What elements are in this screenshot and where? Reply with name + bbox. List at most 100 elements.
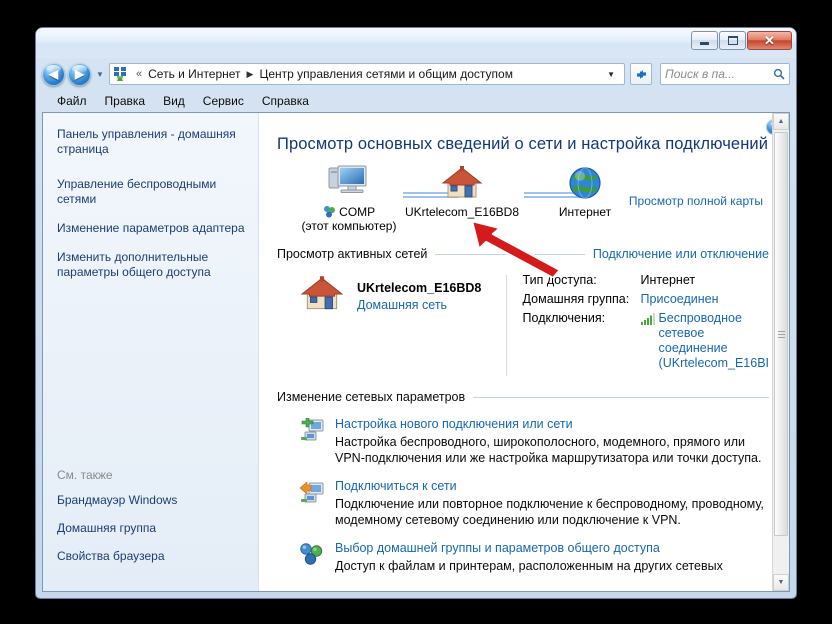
network-status-badge-icon <box>323 205 339 219</box>
homegroup-value-link[interactable]: Присоединен <box>641 292 719 306</box>
see-also-label: См. также <box>57 468 113 482</box>
view-full-map-link[interactable]: Просмотр полной карты <box>629 194 763 208</box>
menu-item-help[interactable]: Справка <box>253 92 318 110</box>
breadcrumb[interactable]: « Сеть и Интернет ▶ Центр управления сет… <box>109 63 625 85</box>
homegroup-icon <box>299 541 325 574</box>
access-type-label: Тип доступа: <box>522 273 597 287</box>
breadcrumb-overflow-button[interactable]: « <box>132 68 146 80</box>
active-network-name: UKrtelecom_E16BD8 <box>357 281 482 295</box>
active-network-home-icon <box>299 273 345 315</box>
breadcrumb-separator-icon: ▶ <box>246 68 254 79</box>
menu-item-edit[interactable]: Правка <box>96 92 155 110</box>
setting-item-new-connection-desc: Настройка беспроводного, широкополосного… <box>335 435 762 465</box>
see-also-item-homegroup[interactable]: Домашняя группа <box>57 521 247 536</box>
menu-item-file[interactable]: Файл <box>48 92 96 110</box>
connections-label: Подключения: <box>522 311 606 325</box>
scrollbar-thumb[interactable] <box>774 132 788 536</box>
menu-item-view[interactable]: Вид <box>154 92 194 110</box>
map-node-internet[interactable]: Интернет <box>525 163 645 219</box>
maximize-icon <box>727 36 738 45</box>
setting-item-new-connection-title[interactable]: Настройка нового подключения или сети <box>335 417 769 431</box>
section-divider <box>473 396 769 398</box>
change-settings-title: Изменение сетевых параметров <box>277 390 466 404</box>
close-icon: ✕ <box>764 33 775 48</box>
computer-icon <box>289 163 409 203</box>
globe-icon <box>525 163 645 203</box>
scrollbar-grip-icon <box>777 330 785 338</box>
refresh-button[interactable] <box>630 63 652 85</box>
setting-item-connect-network-title[interactable]: Подключиться к сети <box>335 479 769 493</box>
connect-network-icon <box>299 479 325 528</box>
connections-value-link[interactable]: Беспроводное сетевое соединение (UKrtele… <box>659 311 769 371</box>
setting-item-homegroup-sharing-desc: Доступ к файлам и принтерам, расположенн… <box>335 559 723 573</box>
see-also-section: См. также Брандмауэр Windows Домашняя гр… <box>57 468 247 577</box>
see-also-item-internet-options[interactable]: Свойства браузера <box>57 549 247 564</box>
setting-item-new-connection[interactable]: Настройка нового подключения или сети На… <box>277 417 769 466</box>
back-button[interactable]: ◀ <box>42 62 65 86</box>
map-node-network[interactable]: UKrtelecom_E16BD8 <box>402 163 522 219</box>
forward-button[interactable]: ▶ <box>68 62 91 86</box>
menu-item-tools[interactable]: Сервис <box>194 92 253 110</box>
section-divider <box>435 253 585 255</box>
close-button[interactable]: ✕ <box>747 31 792 50</box>
map-node-computer-sublabel: (этот компьютер) <box>301 219 397 233</box>
minimize-button[interactable] <box>691 31 718 50</box>
nav-item-control-panel-home[interactable]: Панель управления - домашняя страница <box>57 127 246 157</box>
network-map: COMP (этот компьютер) UKrtelecom_E16BD8 … <box>277 163 769 241</box>
refresh-icon <box>635 68 648 81</box>
setting-item-connect-network[interactable]: Подключиться к сети Подключение или повт… <box>277 479 769 528</box>
computer-name-text: COMP <box>339 205 376 219</box>
active-networks-header: Просмотр активных сетей Подключение или … <box>277 247 769 261</box>
search-input[interactable]: Поиск в па... <box>665 67 735 81</box>
history-dropdown-button[interactable]: ▼ <box>94 70 106 79</box>
breadcrumb-item-current[interactable]: Центр управления сетями и общим доступом <box>257 67 515 81</box>
address-bar: ◀ ▶ ▼ « Сеть и Интернет ▶ Центр управлен… <box>36 58 796 90</box>
breadcrumb-item-network[interactable]: Сеть и Интернет <box>146 67 242 81</box>
explorer-window: ✕ ◀ ▶ ▼ « Сеть и Интернет ▶ Центр управл… <box>36 28 796 598</box>
homegroup-label: Домашняя группа: <box>522 292 630 306</box>
nav-item-change-advanced-sharing[interactable]: Изменить дополнительные параметры общего… <box>57 250 246 280</box>
back-icon: ◀ <box>48 67 59 81</box>
change-settings-section: Изменение сетевых параметров Настройка н… <box>277 390 769 574</box>
access-type-value: Интернет <box>640 273 696 287</box>
client-area: Панель управления - домашняя страница Уп… <box>42 112 790 592</box>
title-bar: ✕ <box>36 28 796 58</box>
connect-or-disconnect-link[interactable]: Подключение или отключение <box>593 247 769 261</box>
active-network-type-link[interactable]: Домашняя сеть <box>357 298 481 312</box>
nav-item-change-adapter-settings[interactable]: Изменение параметров адаптера <box>57 221 246 236</box>
detail-row-homegroup: Домашняя группа: Присоединен <box>523 292 769 306</box>
see-also-item-firewall[interactable]: Брандмауэр Windows <box>57 493 247 508</box>
scroll-down-icon: ▼ <box>777 579 785 586</box>
map-node-computer-label: COMP <box>289 205 409 219</box>
menu-bar: Файл Правка Вид Сервис Справка <box>36 90 796 112</box>
detail-row-access-type: Тип доступа: Интернет <box>523 273 769 287</box>
wireless-signal-icon <box>640 313 655 325</box>
nav-item-manage-wireless[interactable]: Управление беспроводными сетями <box>57 177 246 207</box>
search-field[interactable]: Поиск в па... <box>660 63 790 85</box>
setting-item-connect-network-desc: Подключение или повторное подключение к … <box>335 497 764 527</box>
new-connection-icon <box>299 417 325 466</box>
change-settings-header: Изменение сетевых параметров <box>277 390 769 404</box>
setting-item-homegroup-sharing-title[interactable]: Выбор домашней группы и параметров общег… <box>335 541 769 555</box>
map-node-network-label: UKrtelecom_E16BD8 <box>404 205 520 219</box>
navigation-pane: Панель управления - домашняя страница Уп… <box>43 113 259 591</box>
minimize-icon <box>700 42 709 45</box>
search-icon <box>773 68 785 80</box>
home-network-icon <box>402 163 522 203</box>
network-folder-icon <box>113 66 129 82</box>
content-pane: ? Просмотр основных сведений о сети и на… <box>259 113 789 591</box>
map-node-computer[interactable]: COMP (этот компьютер) <box>289 163 409 233</box>
window-controls: ✕ <box>691 31 792 50</box>
maximize-button[interactable] <box>719 31 746 50</box>
forward-icon: ▶ <box>74 67 85 81</box>
scroll-up-button[interactable]: ▲ <box>773 113 789 130</box>
active-network-details: Тип доступа: Интернет Домашняя группа: П… <box>523 273 769 376</box>
vertical-scrollbar[interactable]: ▲ ▼ <box>772 113 789 591</box>
scroll-down-button[interactable]: ▼ <box>773 574 789 591</box>
detail-row-connections: Подключения: Беспроводное сетевое соедин… <box>523 311 769 371</box>
active-networks-body: UKrtelecom_E16BD8 Домашняя сеть Тип дост… <box>277 273 769 376</box>
active-networks-title: Просмотр активных сетей <box>277 247 428 261</box>
setting-item-homegroup-sharing[interactable]: Выбор домашней группы и параметров общег… <box>277 541 769 574</box>
breadcrumb-dropdown-icon[interactable]: ▼ <box>600 70 622 79</box>
page-title: Просмотр основных сведений о сети и наст… <box>277 135 769 153</box>
